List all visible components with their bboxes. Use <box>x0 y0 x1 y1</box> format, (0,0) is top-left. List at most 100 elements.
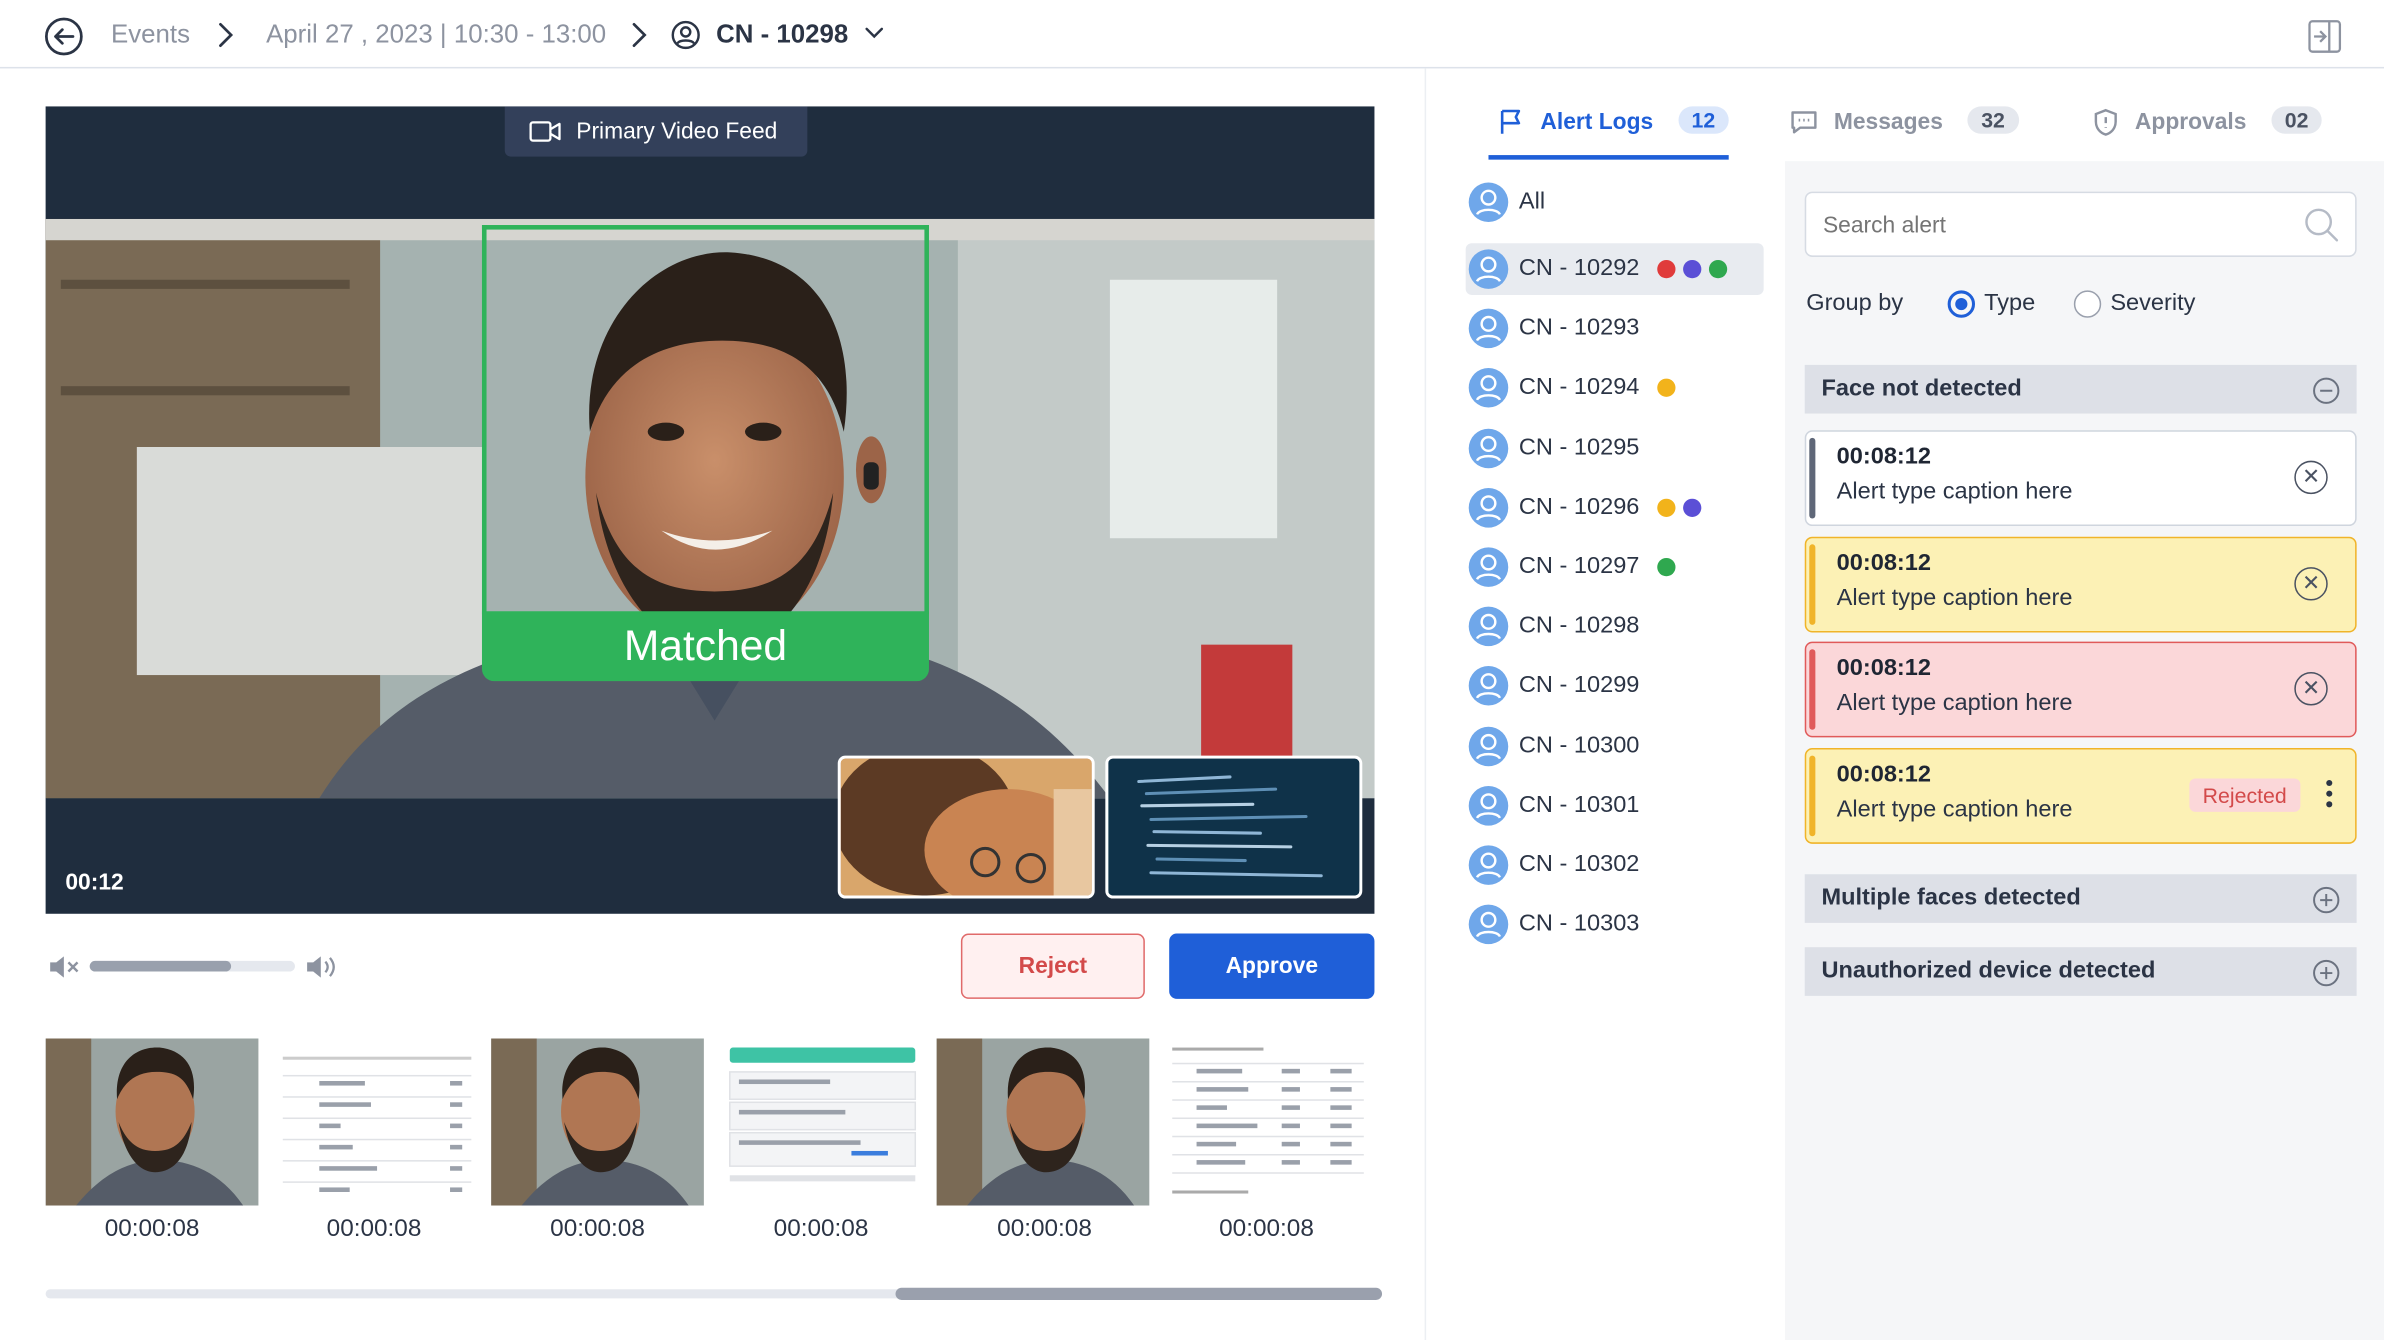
reject-button[interactable]: Reject <box>960 933 1145 999</box>
group-severity-radio[interactable] <box>2073 290 2102 318</box>
user-avatar-icon <box>1468 308 1509 349</box>
chevron-right-icon <box>629 21 647 48</box>
count-badge: 32 <box>1967 106 2019 134</box>
video-feed-title: Primary Video Feed <box>576 118 778 145</box>
alert-caption: Alert type caption here <box>1836 690 2073 717</box>
breadcrumb-events[interactable]: Events <box>111 20 190 50</box>
group-type-label[interactable]: Type <box>1984 290 2035 317</box>
user-avatar-icon <box>1468 845 1509 885</box>
status-badge: Rejected <box>2188 778 2301 813</box>
filmstrip-scrollbar[interactable] <box>45 1287 1383 1300</box>
candidate-label: CN - 10297 <box>1518 553 1640 580</box>
top-bar: Events April 27 , 2023 | 10:30 - 13:00 C… <box>0 0 2384 69</box>
face-match-box <box>481 225 929 615</box>
candidate-item[interactable]: CN - 10302 <box>1466 839 1764 891</box>
face-match-label: Matched <box>481 611 929 682</box>
search-box[interactable] <box>1804 191 2357 257</box>
candidate-item[interactable]: CN - 10301 <box>1466 780 1764 832</box>
more-options-icon[interactable] <box>2325 779 2334 809</box>
candidate-label: CN - 10300 <box>1518 732 1640 759</box>
dismiss-icon[interactable]: ✕ <box>2294 460 2328 495</box>
expand-icon[interactable] <box>2313 959 2340 987</box>
filmstrip-time: 00:00:08 <box>326 1216 422 1243</box>
alert-caption: Alert type caption here <box>1836 796 2073 823</box>
flag-icon <box>1498 108 1525 135</box>
tab-alert-logs[interactable]: Alert Logs 12 <box>1498 106 1729 135</box>
alert-time: 00:08:12 <box>1836 549 1931 576</box>
tab-label: Messages <box>1833 108 1943 135</box>
search-input[interactable] <box>1822 208 2280 242</box>
alert-card[interactable]: 00:08:12 Alert type caption here ✕ <box>1804 430 2357 527</box>
search-icon[interactable] <box>2303 207 2339 243</box>
chevron-right-icon <box>216 21 234 48</box>
candidate-label: CN - 10299 <box>1518 672 1640 699</box>
approve-button[interactable]: Approve <box>1169 933 1375 999</box>
candidate-item[interactable]: CN - 10298 <box>1466 601 1764 653</box>
dismiss-icon[interactable]: ✕ <box>2294 672 2328 707</box>
count-badge: 02 <box>2271 106 2323 134</box>
count-badge: 12 <box>1677 106 1729 134</box>
volume-slider[interactable] <box>89 960 295 972</box>
user-avatar-icon <box>1468 368 1509 409</box>
candidate-label: CN - 10292 <box>1518 255 1640 282</box>
filmstrip-frame[interactable] <box>267 1038 481 1206</box>
volume-icon[interactable] <box>304 953 337 980</box>
alert-card[interactable]: 00:08:12 Alert type caption here ✕ <box>1804 536 2357 633</box>
user-avatar-icon <box>1468 785 1509 826</box>
candidate-label: CN - 10303 <box>1518 911 1640 937</box>
user-avatar-icon <box>1468 487 1509 528</box>
group-face-not-detected[interactable]: Face not detected <box>1804 364 2357 414</box>
alert-time: 00:08:12 <box>1836 655 1931 682</box>
group-type-radio[interactable] <box>1947 290 1976 318</box>
filmstrip-frame[interactable] <box>936 1038 1150 1206</box>
filmstrip-time: 00:00:08 <box>773 1216 869 1243</box>
expand-icon[interactable] <box>2313 886 2340 914</box>
tab-messages[interactable]: Messages 32 <box>1790 106 2019 135</box>
back-icon[interactable] <box>44 17 84 57</box>
breadcrumb-candidate[interactable]: CN - 10298 <box>716 20 848 50</box>
alert-caption: Alert type caption here <box>1836 584 2073 611</box>
alert-caption: Alert type caption here <box>1836 478 2073 505</box>
candidate-label: CN - 10302 <box>1518 851 1640 878</box>
filmstrip-time: 00:00:08 <box>550 1216 645 1243</box>
breadcrumb-date[interactable]: April 27 , 2023 | 10:30 - 13:00 <box>266 20 606 50</box>
green-alert-icon <box>1657 557 1676 577</box>
candidate-item[interactable]: CN - 10297 <box>1466 541 1764 593</box>
filmstrip-frame[interactable] <box>45 1038 259 1206</box>
candidate-item[interactable]: CN - 10294 <box>1466 362 1764 414</box>
alert-card[interactable]: 00:08:12 Alert type caption here ✕ <box>1804 642 2357 738</box>
candidate-label: CN - 10301 <box>1518 791 1640 818</box>
candidate-item[interactable]: CN - 10296 <box>1466 482 1764 534</box>
filmstrip-frame[interactable] <box>714 1038 928 1206</box>
chevron-down-icon[interactable] <box>864 24 885 42</box>
candidate-item[interactable]: CN - 10295 <box>1466 422 1764 474</box>
pip-thumbnail-screen[interactable] <box>1105 755 1363 899</box>
video-player[interactable]: Primary Video Feed Matched 00:12 <box>45 106 1375 914</box>
mute-icon[interactable] <box>47 953 80 980</box>
collapse-panel-icon[interactable] <box>2306 18 2342 54</box>
user-avatar-icon <box>1468 726 1509 766</box>
pip-thumbnail-person[interactable] <box>837 755 1095 899</box>
scrollbar-thumb[interactable] <box>896 1287 1383 1300</box>
alert-card[interactable]: 00:08:12 Alert type caption here Rejected <box>1804 748 2357 844</box>
candidate-item[interactable]: CN - 10300 <box>1466 720 1764 772</box>
group-unauthorized-device[interactable]: Unauthorized device detected <box>1804 947 2357 996</box>
candidate-item[interactable]: CN - 10292 <box>1465 243 1764 295</box>
tab-approvals[interactable]: Approvals 02 <box>2092 106 2323 136</box>
filmstrip-frame[interactable] <box>1160 1038 1373 1206</box>
filmstrip-time: 00:00:08 <box>104 1216 200 1243</box>
candidate-item[interactable]: CN - 10293 <box>1466 303 1764 355</box>
group-severity-label[interactable]: Severity <box>2110 290 2195 317</box>
green-alert-icon <box>1708 259 1728 279</box>
group-title: Multiple faces detected <box>1821 884 2081 911</box>
filmstrip-frame[interactable] <box>491 1038 704 1206</box>
candidate-item[interactable]: CN - 10303 <box>1466 899 1764 951</box>
collapse-icon[interactable] <box>2313 377 2340 404</box>
candidate-item[interactable]: CN - 10299 <box>1466 660 1764 712</box>
tab-label: Approvals <box>2134 108 2247 135</box>
candidate-item-all[interactable]: All <box>1466 176 1764 228</box>
tab-label: Alert Logs <box>1540 108 1654 135</box>
dismiss-icon[interactable]: ✕ <box>2294 566 2328 601</box>
volume-level <box>89 960 232 972</box>
group-multiple-faces[interactable]: Multiple faces detected <box>1804 874 2357 923</box>
